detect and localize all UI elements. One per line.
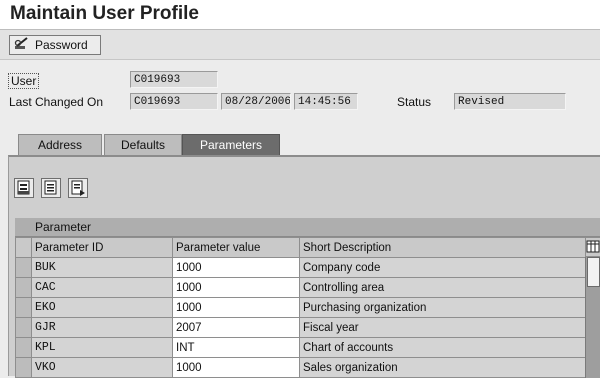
tab-defaults[interactable]: Defaults <box>104 134 182 155</box>
parameter-value-cell[interactable]: 1000 <box>172 257 300 278</box>
column-settings-button[interactable] <box>585 237 600 257</box>
user-field[interactable]: C019693 <box>130 71 218 88</box>
row-selector[interactable] <box>15 297 32 318</box>
password-button[interactable]: Password <box>9 35 101 55</box>
short-description-cell: Company code <box>299 257 586 278</box>
vertical-scrollbar[interactable] <box>585 257 600 378</box>
parameter-value-cell[interactable]: 1000 <box>172 357 300 378</box>
parameter-table: Parameter Parameter ID Parameter value S… <box>15 218 600 378</box>
table-row: VKO 1000 Sales organization <box>15 357 586 378</box>
application-toolbar: Password <box>0 30 600 60</box>
key-pen-icon <box>14 36 30 54</box>
parameter-grid: Parameter ID Parameter value Short Descr… <box>15 237 586 378</box>
status-label: Status <box>397 95 432 109</box>
deselect-all-button[interactable] <box>41 178 61 198</box>
title-bar: Maintain User Profile <box>0 0 600 30</box>
table-title: Parameter <box>15 218 600 237</box>
parameter-id-cell: GJR <box>31 317 173 338</box>
parameter-id-cell: KPL <box>31 337 173 358</box>
parameter-id-cell: EKO <box>31 297 173 318</box>
parameter-value-cell[interactable]: 2007 <box>172 317 300 338</box>
parameter-id-cell: CAC <box>31 277 173 298</box>
password-label: Password <box>35 38 88 52</box>
user-label: User <box>8 73 40 89</box>
column-header-short-description[interactable]: Short Description <box>299 237 586 258</box>
tab-strip: Address Defaults Parameters <box>16 134 280 155</box>
short-description-cell: Sales organization <box>299 357 586 378</box>
select-all-rows-cell[interactable] <box>15 237 32 258</box>
tab-address[interactable]: Address <box>18 134 102 155</box>
details-icon <box>71 180 85 196</box>
page-title: Maintain User Profile <box>10 3 199 24</box>
short-description-cell: Purchasing organization <box>299 297 586 318</box>
last-changed-label: Last Changed On <box>9 95 104 109</box>
table-header-row: Parameter ID Parameter value Short Descr… <box>15 237 586 258</box>
select-all-button[interactable] <box>14 178 34 198</box>
parameter-value-cell[interactable]: 1000 <box>172 297 300 318</box>
table-row: KPL INT Chart of accounts <box>15 337 586 358</box>
row-selector[interactable] <box>15 337 32 358</box>
table-row: GJR 2007 Fiscal year <box>15 317 586 338</box>
parameter-id-cell: BUK <box>31 257 173 278</box>
scrollbar-thumb[interactable] <box>587 257 600 287</box>
parameter-value-cell[interactable]: 1000 <box>172 277 300 298</box>
details-button[interactable] <box>68 178 88 198</box>
changed-date-field: 08/28/2006 <box>221 93 291 110</box>
short-description-cell: Fiscal year <box>299 317 586 338</box>
row-selector[interactable] <box>15 357 32 378</box>
parameters-panel: Parameter Parameter ID Parameter value S… <box>8 155 600 378</box>
parameter-id-cell: VKO <box>31 357 173 378</box>
table-row: BUK 1000 Company code <box>15 257 586 278</box>
select-all-icon <box>17 180 30 195</box>
column-header-parameter-id[interactable]: Parameter ID <box>31 237 173 258</box>
short-description-cell: Chart of accounts <box>299 337 586 358</box>
row-selector[interactable] <box>15 317 32 338</box>
row-selector[interactable] <box>15 277 32 298</box>
table-row: EKO 1000 Purchasing organization <box>15 297 586 318</box>
short-description-cell: Controlling area <box>299 277 586 298</box>
column-settings-icon <box>586 240 600 253</box>
deselect-all-icon <box>44 180 57 195</box>
tab-parameters[interactable]: Parameters <box>182 134 280 155</box>
changed-time-field: 14:45:56 <box>294 93 358 110</box>
table-row: CAC 1000 Controlling area <box>15 277 586 298</box>
changed-by-field: C019693 <box>130 93 218 110</box>
status-field: Revised <box>454 93 566 110</box>
column-header-parameter-value[interactable]: Parameter value <box>172 237 300 258</box>
row-selector[interactable] <box>15 257 32 278</box>
parameter-value-cell[interactable]: INT <box>172 337 300 358</box>
